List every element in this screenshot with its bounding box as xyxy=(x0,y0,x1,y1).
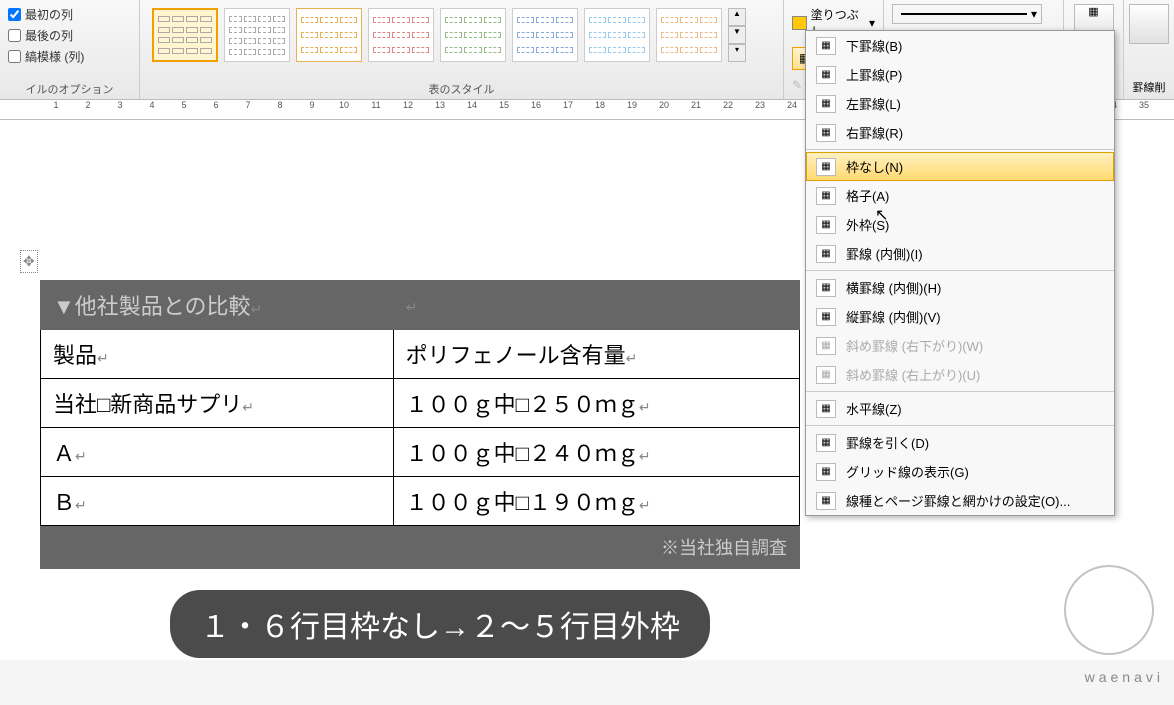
style-scroll-more[interactable]: ▾ xyxy=(728,44,746,62)
options-label: イルのオプション xyxy=(8,79,131,97)
border-menu-label: 外枠(S) xyxy=(846,215,889,234)
border-icon-diag1: ▦ xyxy=(816,337,836,355)
border-menu-label: 縦罫線 (内側)(V) xyxy=(846,307,941,326)
border-icon-inh: ▦ xyxy=(816,279,836,297)
border-icon-inv: ▦ xyxy=(816,308,836,326)
table-row[interactable]: 当社□新商品サプリ↵１００ｇ中□２５０ｍｇ↵ xyxy=(41,379,800,428)
caption-overlay: １・６行目枠なし→２～５行目外枠 xyxy=(170,590,710,658)
styles-label: 表のスタイル xyxy=(148,79,775,97)
table-cell[interactable]: Ｂ↵ xyxy=(41,477,394,526)
table-row[interactable]: Ｂ↵１００ｇ中□１９０ｍｇ↵ xyxy=(41,477,800,526)
border-menu-diag1[interactable]: ▦ 斜め罫線 (右下がり)(W) xyxy=(806,331,1114,360)
styles-group: ▲ ▼ ▾ 表のスタイル xyxy=(140,0,784,99)
style-scroll: ▲ ▼ ▾ xyxy=(728,8,746,62)
border-menu-inh[interactable]: ▦ 横罫線 (内側)(H) xyxy=(806,273,1114,302)
style-item-6[interactable] xyxy=(512,8,578,62)
border-menu-hrule[interactable]: ▦ 水平線(Z) xyxy=(806,394,1114,423)
border-dropdown: ▦ 下罫線(B) ▦ 上罫線(P) ▦ 左罫線(L) ▦ 右罫線(R) ▦ 枠なし(N) ▦ 格子(A… xyxy=(805,30,1115,516)
document-table[interactable]: ▼他社製品との比較↵ ↵ 製品↵ポリフェノール含有量↵ 当社□新商品サプリ↵１０… xyxy=(40,280,800,569)
border-menu-label: 線種とページ罫線と網かけの設定(O)... xyxy=(846,491,1070,510)
border-menu-grid[interactable]: ▦ グリッド線の表示(G) xyxy=(806,457,1114,486)
border-menu-none[interactable]: ▦ 枠なし(N) xyxy=(806,152,1114,181)
erase-group: 罫線削 xyxy=(1124,0,1174,99)
style-item-3[interactable] xyxy=(296,8,362,62)
border-menu-label: 斜め罫線 (右上がり)(U) xyxy=(846,365,980,384)
table-title-cell[interactable]: ▼他社製品との比較↵ xyxy=(41,281,394,330)
border-menu-label: グリッド線の表示(G) xyxy=(846,462,969,481)
options-group: 最初の列 最後の列 縞模様 (列) イルのオプション xyxy=(0,0,140,99)
border-icon-draw: ▦ xyxy=(816,434,836,452)
table-anchor-icon[interactable]: ✥ xyxy=(20,250,38,273)
style-scroll-down[interactable]: ▼ xyxy=(728,26,746,44)
border-menu-label: 枠なし(N) xyxy=(846,157,903,176)
border-menu-label: 水平線(Z) xyxy=(846,399,902,418)
border-menu-label: 横罫線 (内側)(H) xyxy=(846,278,941,297)
border-menu-outside[interactable]: ▦ 外枠(S) xyxy=(806,210,1114,239)
border-menu-left[interactable]: ▦ 左罫線(L) xyxy=(806,89,1114,118)
style-item-7[interactable] xyxy=(584,8,650,62)
border-menu-inside[interactable]: ▦ 罫線 (内側)(I) xyxy=(806,239,1114,268)
border-menu-label: 格子(A) xyxy=(846,186,889,205)
table-row[interactable]: Ａ↵１００ｇ中□２４０ｍｇ↵ xyxy=(41,428,800,477)
border-menu-label: 罫線 (内側)(I) xyxy=(846,244,923,263)
border-icon-all: ▦ xyxy=(816,187,836,205)
border-icon-diag2: ▦ xyxy=(816,366,836,384)
border-menu-draw[interactable]: ▦ 罫線を引く(D) xyxy=(806,428,1114,457)
opt-last-col[interactable]: 最後の列 xyxy=(8,25,131,46)
erase-label: 罫線削 xyxy=(1128,79,1170,95)
table-row[interactable]: 製品↵ポリフェノール含有量↵ xyxy=(41,330,800,379)
border-menu-label: 罫線を引く(D) xyxy=(846,433,929,452)
table-cell[interactable]: １００ｇ中□２５０ｍｇ↵ xyxy=(393,379,799,428)
style-item-4[interactable] xyxy=(368,8,434,62)
border-icon-top: ▦ xyxy=(816,66,836,84)
border-menu-right[interactable]: ▦ 右罫線(R) xyxy=(806,118,1114,147)
border-icon-left: ▦ xyxy=(816,95,836,113)
table-row-footer[interactable]: ※当社独自調査 xyxy=(41,526,800,569)
border-menu-bottom[interactable]: ▦ 下罫線(B) xyxy=(806,31,1114,60)
style-item-8[interactable] xyxy=(656,8,722,62)
border-icon-grid: ▦ xyxy=(816,463,836,481)
table-footer-cell[interactable]: ※当社独自調査 xyxy=(393,526,799,569)
border-menu-dialog[interactable]: ▦ 線種とページ罫線と網かけの設定(O)... xyxy=(806,486,1114,515)
line-style-select[interactable]: ▾ xyxy=(892,4,1042,24)
border-menu-top[interactable]: ▦ 上罫線(P) xyxy=(806,60,1114,89)
border-menu-diag2[interactable]: ▦ 斜め罫線 (右上がり)(U) xyxy=(806,360,1114,389)
border-icon-hrule: ▦ xyxy=(816,400,836,418)
style-gallery: ▲ ▼ ▾ xyxy=(148,4,775,66)
border-icon-bottom: ▦ xyxy=(816,37,836,55)
table-cell[interactable]: 当社□新商品サプリ↵ xyxy=(41,379,394,428)
table-cell[interactable]: １００ｇ中□１９０ｍｇ↵ xyxy=(393,477,799,526)
style-item-1[interactable] xyxy=(152,8,218,62)
opt-first-col[interactable]: 最初の列 xyxy=(8,4,131,25)
pen-icon: ✎ xyxy=(792,78,802,92)
style-scroll-up[interactable]: ▲ xyxy=(728,8,746,26)
watermark-text: waenavi xyxy=(1085,669,1164,685)
style-item-5[interactable] xyxy=(440,8,506,62)
border-menu-all[interactable]: ▦ 格子(A) xyxy=(806,181,1114,210)
border-icon-dialog: ▦ xyxy=(816,492,836,510)
border-icon-none: ▦ xyxy=(816,158,836,176)
border-menu-label: 左罫線(L) xyxy=(846,94,901,113)
erase-border-icon[interactable] xyxy=(1129,4,1169,44)
border-menu-inv[interactable]: ▦ 縦罫線 (内側)(V) xyxy=(806,302,1114,331)
border-icon-outside: ▦ xyxy=(816,216,836,234)
border-icon-inside: ▦ xyxy=(816,245,836,263)
border-menu-label: 右罫線(R) xyxy=(846,123,903,142)
opt-stripe-col[interactable]: 縞模様 (列) xyxy=(8,46,131,67)
table-cell[interactable]: １００ｇ中□２４０ｍｇ↵ xyxy=(393,428,799,477)
border-menu-label: 斜め罫線 (右下がり)(W) xyxy=(846,336,983,355)
table-cell[interactable]: Ａ↵ xyxy=(41,428,394,477)
table-header-empty[interactable]: ↵ xyxy=(393,281,799,330)
border-menu-label: 上罫線(P) xyxy=(846,65,902,84)
table-cell[interactable]: 製品↵ xyxy=(41,330,394,379)
border-icon-right: ▦ xyxy=(816,124,836,142)
table-footer-empty[interactable] xyxy=(41,526,394,569)
table-cell[interactable]: ポリフェノール含有量↵ xyxy=(393,330,799,379)
border-menu-label: 下罫線(B) xyxy=(846,36,902,55)
fill-icon xyxy=(792,16,807,30)
style-item-2[interactable] xyxy=(224,8,290,62)
table-row-header[interactable]: ▼他社製品との比較↵ ↵ xyxy=(41,281,800,330)
watermark-logo xyxy=(1064,565,1154,655)
